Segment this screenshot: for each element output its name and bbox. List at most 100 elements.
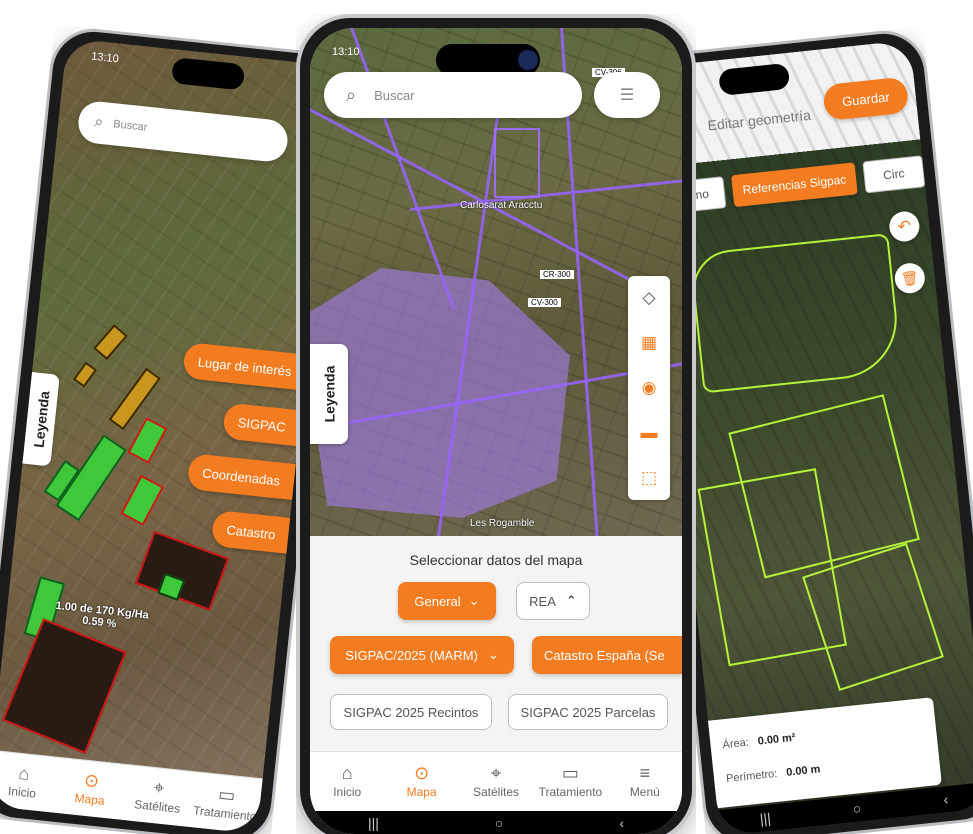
- field-parcel[interactable]: [72, 361, 98, 388]
- road-label: CV-300: [528, 298, 561, 307]
- area-value: 0.00 m²: [757, 731, 797, 748]
- area-row: Área: 0.00 m²: [722, 732, 796, 752]
- back-button[interactable]: ‹: [943, 791, 949, 807]
- nav-item-menu[interactable]: ≡ Menú: [608, 752, 682, 811]
- catastro-button[interactable]: Catastro España (Se: [532, 636, 682, 674]
- map-toolbar: ◇ ▦ ◉ ▬ ⬚: [628, 276, 670, 500]
- map-pin-icon: ⊙: [414, 763, 430, 783]
- undo-icon[interactable]: ↶: [887, 210, 921, 243]
- trash-icon[interactable]: 🗑: [893, 261, 927, 295]
- nav-item-satelites[interactable]: ⌖ Satélites: [122, 765, 195, 827]
- sigpac-parcelas-button[interactable]: SIGPAC 2025 Parcelas: [508, 694, 668, 730]
- filter-button[interactable]: ☰: [594, 72, 660, 118]
- nav-item-inicio[interactable]: ⌂ Inicio: [310, 752, 384, 811]
- nav-item-inicio[interactable]: ⌂ Inicio: [0, 751, 60, 813]
- chevron-down-icon: ⌄: [487, 647, 499, 662]
- list-filter-icon: ☰: [619, 87, 635, 104]
- treatment-icon: ▭: [561, 763, 579, 783]
- select-area-icon[interactable]: ⬚: [636, 465, 662, 491]
- map-data-sheet: Seleccionar datos del mapa General ⌄ REA…: [310, 536, 682, 751]
- recents-button[interactable]: |||: [759, 810, 772, 827]
- search-icon: ⌕: [346, 84, 357, 105]
- sigpac-geometry[interactable]: [689, 233, 903, 394]
- grid-icon[interactable]: ▦: [636, 330, 662, 356]
- layer-button-coordinates[interactable]: Coordenadas: [186, 453, 304, 501]
- search-input[interactable]: Buscar: [374, 88, 414, 103]
- field-parcel[interactable]: [1, 618, 127, 755]
- search-input[interactable]: Buscar: [113, 118, 148, 134]
- nav-label: Satélites: [133, 797, 181, 816]
- sigpac-version-dropdown[interactable]: SIGPAC/2025 (MARM) ⌄: [330, 636, 514, 674]
- status-time: 13:10: [332, 46, 360, 58]
- nav-label: Tratamiento: [538, 785, 603, 799]
- area-label: Área:: [721, 736, 750, 752]
- general-dropdown[interactable]: General ⌄: [398, 582, 496, 620]
- sigpac-recintos-button[interactable]: SIGPAC 2025 Recintos: [330, 694, 492, 730]
- nav-item-tratamiento[interactable]: ▭ Tratamiento: [189, 772, 262, 834]
- place-label: Carlosarat Aracctu: [460, 200, 543, 211]
- real-dropdown[interactable]: REA ⌃: [516, 582, 590, 620]
- general-label: General: [414, 593, 461, 609]
- nav-item-tratamiento[interactable]: ▭ Tratamiento: [533, 752, 607, 811]
- field-parcel[interactable]: [93, 324, 128, 361]
- camera-notch: [718, 62, 791, 96]
- perimeter-value: 0.00 m: [785, 763, 821, 779]
- satellite-icon: ⌖: [490, 763, 502, 783]
- nav-item-mapa[interactable]: ⊙ Mapa: [384, 752, 458, 811]
- sigpac-parcel[interactable]: [494, 128, 540, 198]
- status-time: 13:10: [90, 50, 120, 66]
- locate-icon[interactable]: ◉: [636, 375, 662, 401]
- nav-item-satelites[interactable]: ⌖ Satélites: [459, 752, 533, 811]
- satellite-icon: ⌖: [153, 777, 166, 799]
- recents-button[interactable]: |||: [368, 815, 379, 831]
- home-button[interactable]: ○: [495, 815, 503, 831]
- search-icon: ⌕: [93, 113, 105, 132]
- nav-label: Tratamiento: [192, 803, 258, 824]
- menu-icon: ≡: [639, 763, 651, 783]
- search-bar[interactable]: ⌕ Buscar: [76, 99, 290, 164]
- ruler-icon[interactable]: ▬: [636, 420, 662, 446]
- home-icon: ⌂: [341, 763, 353, 783]
- map-pin-icon: ⊙: [83, 769, 101, 792]
- nav-label: Menú: [629, 785, 660, 799]
- system-nav-bar: ||| ○ ‹: [310, 811, 682, 834]
- layers-icon[interactable]: ◇: [636, 285, 662, 311]
- chevron-down-icon: ⌄: [468, 593, 480, 608]
- layer-button-catastro[interactable]: Catastro: [210, 509, 299, 555]
- sigpac-version-label: SIGPAC/2025 (MARM): [345, 647, 478, 663]
- camera-notch: [170, 57, 246, 91]
- nav-label: Inicio: [7, 783, 37, 801]
- perimeter-label: Perímetro:: [725, 767, 778, 786]
- phone-center: CV-306 CR-300 CV-300 Carlosarat Aracctu …: [296, 14, 696, 834]
- front-camera: [518, 50, 538, 70]
- legend-label: Leyenda: [321, 365, 337, 423]
- perimeter-row: Perímetro: 0.00 m: [726, 763, 821, 785]
- tab-sigpac-references[interactable]: Referencias Sigpac: [731, 162, 858, 208]
- legend-tab[interactable]: Leyenda: [310, 344, 348, 444]
- header-title: Editar geometría: [706, 106, 812, 134]
- back-button[interactable]: ‹: [619, 815, 624, 831]
- sigpac-boundary: [410, 176, 682, 211]
- field-parcel[interactable]: [120, 474, 164, 526]
- bottom-nav: ⌂ Inicio ⊙ Mapa ⌖ Satélites ▭ Tratamient…: [310, 751, 682, 811]
- field-parcel[interactable]: [127, 417, 168, 464]
- legend-label: Leyenda: [30, 390, 53, 449]
- road-label: CR-300: [540, 270, 574, 279]
- nav-label: Satélites: [473, 785, 520, 799]
- nav-item-mapa[interactable]: ⊙ Mapa: [54, 758, 127, 820]
- nav-label: Mapa: [406, 785, 437, 799]
- home-icon: ⌂: [17, 762, 31, 784]
- nav-label: Mapa: [73, 790, 106, 808]
- field-parcel[interactable]: [134, 530, 230, 611]
- search-bar[interactable]: ⌕ Buscar: [324, 72, 582, 118]
- treatment-icon: ▭: [217, 783, 237, 806]
- tab-circle[interactable]: Circ: [862, 155, 926, 194]
- sheet-title: Seleccionar datos del mapa: [409, 552, 583, 568]
- place-label: Les Rogamble: [470, 518, 535, 529]
- phone-center-screen: CV-306 CR-300 CV-300 Carlosarat Aracctu …: [310, 28, 682, 834]
- real-label: REA: [529, 593, 556, 609]
- chevron-up-icon: ⌃: [565, 593, 577, 608]
- nav-label: Inicio: [333, 785, 362, 799]
- home-button[interactable]: ○: [852, 800, 862, 817]
- save-button[interactable]: Guardar: [822, 76, 910, 122]
